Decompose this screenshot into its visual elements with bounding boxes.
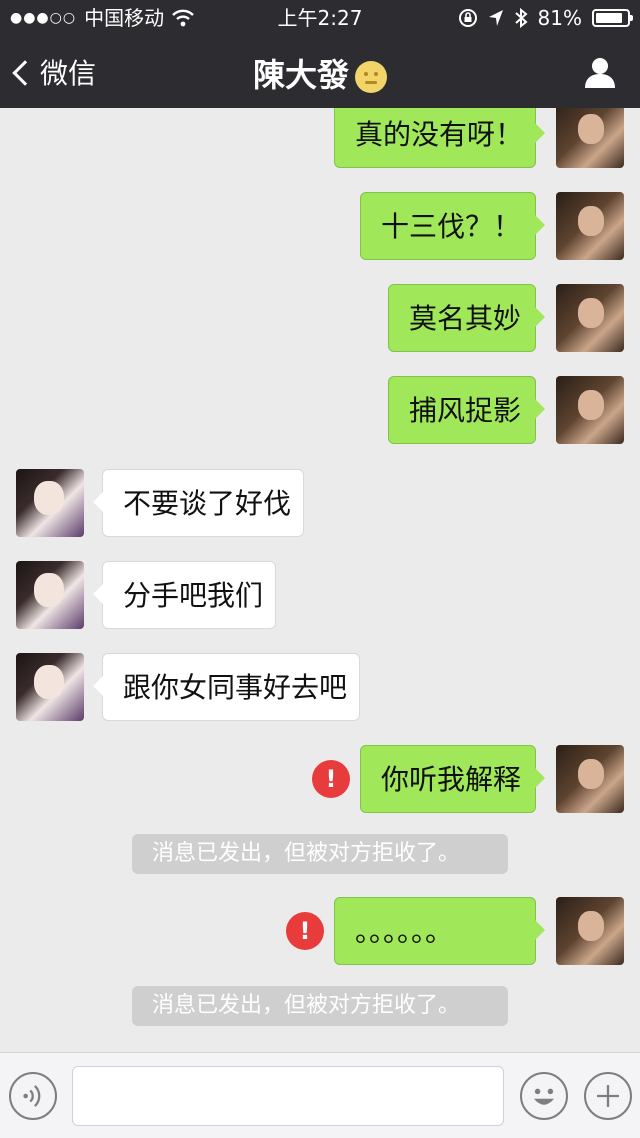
message-bubble[interactable]: 。。。。。。 <box>334 897 545 965</box>
battery-icon <box>592 9 633 27</box>
message-bubble[interactable]: 跟你女同事好去吧 <box>93 653 360 721</box>
send-failed-icon[interactable]: ! <box>312 760 350 798</box>
my-avatar[interactable] <box>556 192 624 260</box>
incoming-message: 跟你女同事好去吧 <box>0 653 640 723</box>
outgoing-message: 你听我解释! <box>0 745 640 815</box>
contact-avatar[interactable] <box>16 561 84 629</box>
status-bar: ●●●○○ 中国移动 上午2:27 81% <box>0 0 640 36</box>
my-avatar[interactable] <box>556 108 624 168</box>
my-avatar[interactable] <box>556 745 624 813</box>
send-failed-icon[interactable]: ! <box>286 912 324 950</box>
outgoing-message: 十三伐？！ <box>0 192 640 262</box>
message-bubble[interactable]: 不要谈了好伐 <box>93 469 304 537</box>
person-icon[interactable] <box>582 54 618 90</box>
message-bubble[interactable]: 捕风捉影 <box>388 376 545 444</box>
contact-avatar[interactable] <box>16 469 84 537</box>
message-bubble[interactable]: 真的没有呀！ <box>334 108 545 168</box>
chat-title: 陳大發 <box>0 50 640 96</box>
voice-icon[interactable] <box>9 1072 57 1120</box>
smiley-icon[interactable] <box>520 1072 568 1120</box>
message-bubble[interactable]: 十三伐？！ <box>360 192 545 260</box>
nav-bar: 微信 陳大發 <box>0 40 640 108</box>
battery-percent: 81% <box>537 6 582 30</box>
contact-avatar[interactable] <box>16 653 84 721</box>
location-arrow-icon <box>488 10 503 26</box>
my-avatar[interactable] <box>556 897 624 965</box>
lock-rotation-icon <box>458 9 477 27</box>
outgoing-message: 。。。。。。! <box>0 897 640 967</box>
my-avatar[interactable] <box>556 376 624 444</box>
bluetooth-icon <box>514 8 528 28</box>
chat-area[interactable]: 真的没有呀！ 十三伐？！ 莫名其妙 捕风捉影 不要谈了好伐 分手吧我们 跟你女同事好去吧 你听… <box>0 108 640 1052</box>
plus-icon[interactable] <box>584 1072 632 1120</box>
chat-title-text: 陳大發 <box>252 56 349 94</box>
incoming-message: 不要谈了好伐 <box>0 469 640 539</box>
my-avatar[interactable] <box>556 284 624 352</box>
top-bar: ●●●○○ 中国移动 上午2:27 81% 微信 陳大發 <box>0 0 640 108</box>
incoming-message: 分手吧我们 <box>0 561 640 631</box>
system-notice: 消息已发出，但被对方拒收了。 <box>132 986 508 1026</box>
input-bar <box>0 1052 640 1138</box>
message-bubble[interactable]: 你听我解释 <box>360 745 545 813</box>
message-input[interactable] <box>72 1066 504 1126</box>
message-bubble[interactable]: 分手吧我们 <box>93 561 276 629</box>
message-bubble[interactable]: 莫名其妙 <box>388 284 545 352</box>
outgoing-message: 莫名其妙 <box>0 284 640 354</box>
system-notice: 消息已发出，但被对方拒收了。 <box>132 834 508 874</box>
smiley-emoji-icon <box>355 61 387 93</box>
outgoing-message: 真的没有呀！ <box>0 108 640 170</box>
outgoing-message: 捕风捉影 <box>0 376 640 446</box>
